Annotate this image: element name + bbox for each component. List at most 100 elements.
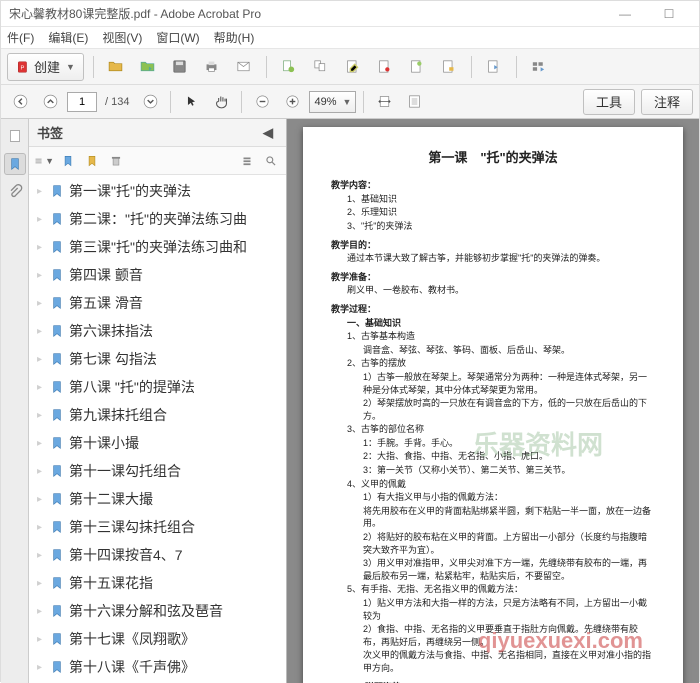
attachments-tab-icon[interactable]: [4, 181, 26, 203]
create-button[interactable]: P 创建 ▼: [7, 53, 84, 81]
bookmark-item[interactable]: ▸第一课"托"的夹弹法: [29, 177, 286, 205]
open-recent-button[interactable]: [135, 54, 161, 80]
bookmark-icon: [49, 407, 65, 423]
bookmark-item[interactable]: ▸ 第十七课《凤翔歌》: [29, 625, 286, 653]
fit-width-button[interactable]: [371, 89, 397, 115]
new-bookmark-from-structure-icon[interactable]: [81, 150, 103, 172]
first-page-button[interactable]: [7, 89, 33, 115]
bookmark-item[interactable]: ▸第七课 勾指法: [29, 345, 286, 373]
bookmark-item[interactable]: ▸第十六课分解和弦及琶音: [29, 597, 286, 625]
expand-icon[interactable]: ▸: [37, 494, 49, 505]
tools-panel-button[interactable]: 工具: [583, 89, 635, 115]
expand-icon[interactable]: ▸: [37, 298, 49, 309]
zoom-in-button[interactable]: [279, 89, 305, 115]
bookmark-item[interactable]: ▸第十八课《千声佛》: [29, 653, 286, 681]
find-bookmark-icon[interactable]: [260, 150, 282, 172]
create-label: 创建: [34, 57, 60, 76]
menu-help[interactable]: 帮助(H): [214, 29, 255, 46]
title-bar: 宋心馨教材80课完整版.pdf - Adobe Acrobat Pro — ☐: [1, 1, 699, 27]
bookmark-item[interactable]: ▸第四课 颤音: [29, 261, 286, 289]
expand-icon[interactable]: ▸: [37, 242, 49, 253]
bookmark-item[interactable]: ▸第十二课大撮: [29, 485, 286, 513]
export-button[interactable]: [372, 54, 398, 80]
customize-button[interactable]: [526, 54, 552, 80]
expand-icon[interactable]: ▸: [37, 438, 49, 449]
combine-button[interactable]: [308, 54, 334, 80]
form-button[interactable]: [404, 54, 430, 80]
bookmark-label: 第二课："托"的夹弹法练习曲: [69, 209, 247, 229]
bookmarks-panel: 书签 ◀ ▼ ▸第一课"托"的夹弹法▸第二课："托"的夹弹法练习曲▸第三课"托"…: [29, 119, 287, 683]
bookmark-item[interactable]: ▸第十五课花指: [29, 569, 286, 597]
hand-tool-button[interactable]: [208, 89, 234, 115]
thumbnails-tab-icon[interactable]: [4, 125, 26, 147]
prev-page-button[interactable]: [37, 89, 63, 115]
new-bookmark-icon[interactable]: [57, 150, 79, 172]
maximize-button[interactable]: ☐: [647, 7, 691, 21]
bookmark-label: 第十七课《凤翔歌》: [69, 629, 195, 649]
bookmark-item[interactable]: ▸第十三课勾抹托组合: [29, 513, 286, 541]
protect-button[interactable]: [436, 54, 462, 80]
bookmark-item[interactable]: ▸第五课 滑音: [29, 289, 286, 317]
share-button[interactable]: [481, 54, 507, 80]
expand-all-icon[interactable]: [236, 150, 258, 172]
scan-button[interactable]: [276, 54, 302, 80]
bookmark-label: 第八课 "托"的提弹法: [69, 377, 195, 397]
expand-icon[interactable]: ▸: [37, 466, 49, 477]
expand-icon[interactable]: ▸: [37, 522, 49, 533]
expand-icon[interactable]: ▸: [37, 354, 49, 365]
expand-icon[interactable]: ▸: [37, 662, 49, 673]
zoom-select[interactable]: 49% ▼: [309, 91, 356, 113]
bookmarks-title: 书签: [37, 123, 63, 142]
expand-icon[interactable]: ▸: [37, 634, 49, 645]
bookmarks-tab-icon[interactable]: [4, 153, 26, 175]
fit-page-button[interactable]: [401, 89, 427, 115]
bookmark-item[interactable]: ▸ 第六课抹指法: [29, 317, 286, 345]
bookmarks-toolbar: ▼: [29, 147, 286, 175]
bookmark-item[interactable]: ▸ 第八课 "托"的提弹法: [29, 373, 286, 401]
bookmark-label: 第六课抹指法: [69, 321, 153, 341]
bookmark-label: 第三课"托"的夹弹法练习曲和: [69, 237, 247, 257]
print-button[interactable]: [199, 54, 225, 80]
expand-icon[interactable]: ▸: [37, 326, 49, 337]
svg-text:P: P: [20, 65, 24, 71]
expand-icon[interactable]: ▸: [37, 214, 49, 225]
select-tool-button[interactable]: [178, 89, 204, 115]
zoom-out-button[interactable]: [249, 89, 275, 115]
menu-window[interactable]: 窗口(W): [156, 29, 199, 46]
toolbar-main: P 创建 ▼: [1, 49, 699, 85]
expand-icon[interactable]: ▸: [37, 578, 49, 589]
bookmark-icon: [49, 239, 65, 255]
expand-icon[interactable]: ▸: [37, 410, 49, 421]
document-area[interactable]: Yueqiziliao.com 乐器资料网 qiyuexuexi.com 第一课…: [287, 119, 699, 683]
expand-icon[interactable]: ▸: [37, 186, 49, 197]
expand-icon[interactable]: ▸: [37, 550, 49, 561]
chevron-down-icon: ▼: [343, 97, 352, 107]
bookmark-item[interactable]: ▸ 第三课"托"的夹弹法练习曲和: [29, 233, 286, 261]
bookmark-item[interactable]: ▸第十课小撮: [29, 429, 286, 457]
bookmark-icon: [49, 547, 65, 563]
minimize-button[interactable]: —: [603, 7, 647, 21]
bookmark-item[interactable]: ▸第九课抹托组合: [29, 401, 286, 429]
comment-panel-button[interactable]: 注释: [641, 89, 693, 115]
page-number-input[interactable]: [67, 92, 97, 112]
options-icon[interactable]: ▼: [33, 150, 55, 172]
expand-icon[interactable]: ▸: [37, 382, 49, 393]
bookmark-icon: [49, 211, 65, 227]
bookmark-item[interactable]: ▸第十一课勾托组合: [29, 457, 286, 485]
bookmarks-header: 书签 ◀: [29, 119, 286, 147]
open-button[interactable]: [103, 54, 129, 80]
expand-icon[interactable]: ▸: [37, 270, 49, 281]
expand-icon[interactable]: ▸: [37, 606, 49, 617]
delete-bookmark-icon[interactable]: [105, 150, 127, 172]
edit-text-button[interactable]: [340, 54, 366, 80]
save-button[interactable]: [167, 54, 193, 80]
panel-menu-icon[interactable]: ◀: [258, 123, 278, 143]
next-page-button[interactable]: [137, 89, 163, 115]
bookmark-item[interactable]: ▸第十四课按音4、7: [29, 541, 286, 569]
menu-view[interactable]: 视图(V): [102, 29, 142, 46]
chevron-down-icon: ▼: [66, 62, 75, 72]
email-button[interactable]: [231, 54, 257, 80]
menu-file[interactable]: 件(F): [7, 29, 34, 46]
menu-edit[interactable]: 编辑(E): [48, 29, 88, 46]
bookmark-item[interactable]: ▸ 第二课："托"的夹弹法练习曲: [29, 205, 286, 233]
